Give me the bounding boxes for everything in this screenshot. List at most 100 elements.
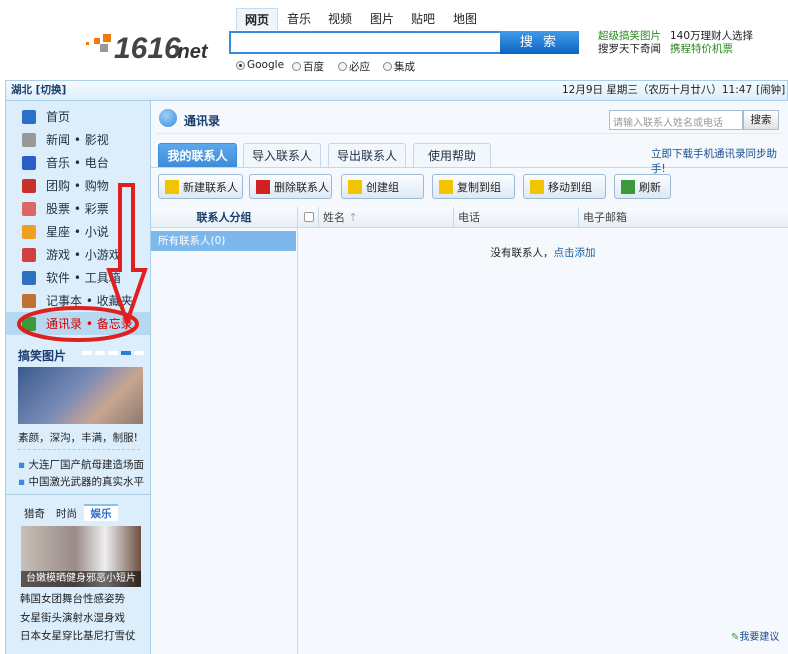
sidebar-item-label: 游戏 • 小游戏 (46, 248, 121, 262)
search-tab-image[interactable]: 图片 (362, 8, 402, 30)
copy-to-group-icon (439, 179, 453, 194)
news-text: 中国激光武器的真实水平 (28, 476, 144, 488)
header-link[interactable]: 搜罗天下奇闻 (598, 41, 661, 56)
button-label: 创建组 (366, 180, 399, 194)
move-to-group-icon (530, 179, 544, 194)
contacts-grid-header: 姓名 ↑ 电话 电子邮箱 (298, 207, 788, 228)
sidebar-item[interactable]: 音乐 • 电台 (6, 151, 150, 174)
game-icon (22, 247, 36, 262)
contact-search-input[interactable]: 请输入联系人姓名或电话 (609, 110, 743, 130)
group-all-contacts[interactable]: 所有联系人(0) (151, 231, 296, 251)
header-link[interactable]: 携程特价机票 (670, 41, 733, 56)
ent-link[interactable]: 女星街头演射水湿身戏 (20, 610, 125, 625)
sidebar-item[interactable]: 游戏 • 小游戏 (6, 243, 150, 266)
sidebar-item[interactable]: 记事本 • 收藏夹 (6, 289, 150, 312)
alarm-link[interactable]: [闹钟] (756, 81, 785, 100)
search-tab-music[interactable]: 音乐 (279, 8, 319, 30)
sidebar-item[interactable]: 股票 • 彩票 (6, 197, 150, 220)
slide-dot[interactable] (134, 351, 144, 355)
page-title: 通讯录 (184, 114, 221, 128)
stock-icon (22, 201, 36, 216)
site-logo[interactable]: 1616 .net (86, 28, 216, 62)
refresh-icon (621, 179, 635, 194)
empty-message: 没有联系人，点击添加 (298, 245, 788, 260)
music-icon (22, 155, 36, 170)
contact-search-button[interactable]: 搜索 (743, 110, 779, 130)
location-switch[interactable]: 湖北 [切换] (11, 81, 66, 100)
add-contact-link[interactable]: 点击添加 (554, 247, 596, 259)
news-text: 大连厂国产航母建造场面 (28, 459, 144, 471)
ent-tab-fashion[interactable]: 时尚 (56, 506, 77, 521)
feedback-text: 我要建议 (739, 632, 780, 643)
button-label: 刷新 (639, 180, 661, 194)
tab-help[interactable]: 使用帮助 (413, 143, 491, 167)
slide-dot[interactable] (108, 351, 118, 355)
delete-contact-icon (256, 179, 270, 194)
copy-to-group-button[interactable]: 复制到组 (432, 174, 515, 199)
search-tab-web[interactable]: 网页 (236, 8, 279, 30)
tab-my-contacts[interactable]: 我的联系人 (158, 143, 237, 167)
column-phone[interactable]: 电话 (458, 207, 480, 228)
news-link[interactable]: ▪ 中国激光武器的真实水平 (18, 474, 144, 489)
sidebar-item-label: 通讯录 • 备忘录 (46, 317, 133, 331)
engine-google[interactable]: Google (236, 59, 284, 71)
engine-bing[interactable]: 必应 (338, 59, 370, 74)
sidebar-item[interactable]: 首页 (6, 105, 150, 128)
engine-label: 集成 (394, 61, 415, 73)
refresh-button[interactable]: 刷新 (614, 174, 671, 199)
sort-up-icon: ↑ (348, 211, 358, 224)
ent-link[interactable]: 韩国女团舞台性感姿势 (20, 591, 125, 606)
home-icon (22, 109, 36, 124)
engine-label: 百度 (303, 61, 324, 73)
slide-dot[interactable] (82, 351, 92, 355)
search-button[interactable]: 搜 索 (500, 31, 579, 54)
tab-import[interactable]: 导入联系人 (243, 143, 321, 167)
engine-baidu[interactable]: 百度 (292, 59, 324, 74)
funny-title: 搞笑图片 (18, 349, 67, 363)
contacts-icon (159, 109, 177, 127)
sync-assistant-link[interactable]: 立即下载手机通讯录同步助手! (651, 146, 788, 176)
button-label: 删除联系人 (274, 180, 329, 194)
news-link[interactable]: ▪ 大连厂国产航母建造场面 (18, 457, 144, 472)
ent-tab-curious[interactable]: 猎奇 (24, 506, 45, 521)
funny-image[interactable] (18, 367, 143, 424)
funny-caption[interactable]: 素颜，深沟，丰满，制服! (6, 430, 150, 445)
empty-text: 没有联系人， (490, 247, 554, 259)
column-email[interactable]: 电子邮箱 (583, 207, 627, 228)
sidebar-item[interactable]: 新闻 • 影视 (6, 128, 150, 151)
sidebar-item[interactable]: 团购 • 购物 (6, 174, 150, 197)
column-name[interactable]: 姓名 ↑ (323, 207, 358, 228)
new-contact-button[interactable]: 新建联系人 (158, 174, 243, 199)
move-to-group-button[interactable]: 移动到组 (523, 174, 606, 199)
search-tab-map[interactable]: 地图 (445, 8, 485, 30)
slide-dot[interactable] (95, 351, 105, 355)
create-group-icon (348, 179, 362, 194)
search-input[interactable] (229, 31, 501, 54)
sidebar-item-label: 音乐 • 电台 (46, 156, 109, 170)
engine-label: 必应 (349, 61, 370, 73)
create-group-button[interactable]: 创建组 (341, 174, 424, 199)
divider (156, 133, 783, 134)
tab-export[interactable]: 导出联系人 (328, 143, 406, 167)
ent-link[interactable]: 日本女星穿比基尼打雪仗 (20, 628, 136, 643)
feedback-link[interactable]: ✎我要建议 (731, 628, 779, 643)
engine-integrated[interactable]: 集成 (383, 59, 415, 74)
button-label: 新建联系人 (183, 180, 238, 194)
slide-dot[interactable] (121, 351, 131, 355)
ent-image[interactable]: 台嫩模晒健身邪恶小短片 (21, 526, 141, 587)
search-tab-tieba[interactable]: 贴吧 (403, 8, 443, 30)
ent-tab-entertainment[interactable]: 娱乐 (84, 504, 118, 521)
svg-text:1616: 1616 (114, 32, 181, 62)
slide-dots[interactable] (82, 351, 144, 355)
column-label: 姓名 (323, 211, 345, 224)
sidebar-item-label: 团购 • 购物 (46, 179, 109, 193)
sidebar-item-label: 首页 (46, 110, 71, 124)
sidebar-item-label: 星座 • 小说 (46, 225, 109, 239)
sidebar-item[interactable]: 星座 • 小说 (6, 220, 150, 243)
sidebar-item[interactable]: 通讯录 • 备忘录 (6, 312, 150, 335)
select-all-checkbox[interactable] (304, 212, 314, 222)
sidebar-item[interactable]: 软件 • 工具箱 (6, 266, 150, 289)
search-tab-video[interactable]: 视频 (320, 8, 360, 30)
sidebar-item-label: 软件 • 工具箱 (46, 271, 121, 285)
delete-contact-button[interactable]: 删除联系人 (249, 174, 332, 199)
